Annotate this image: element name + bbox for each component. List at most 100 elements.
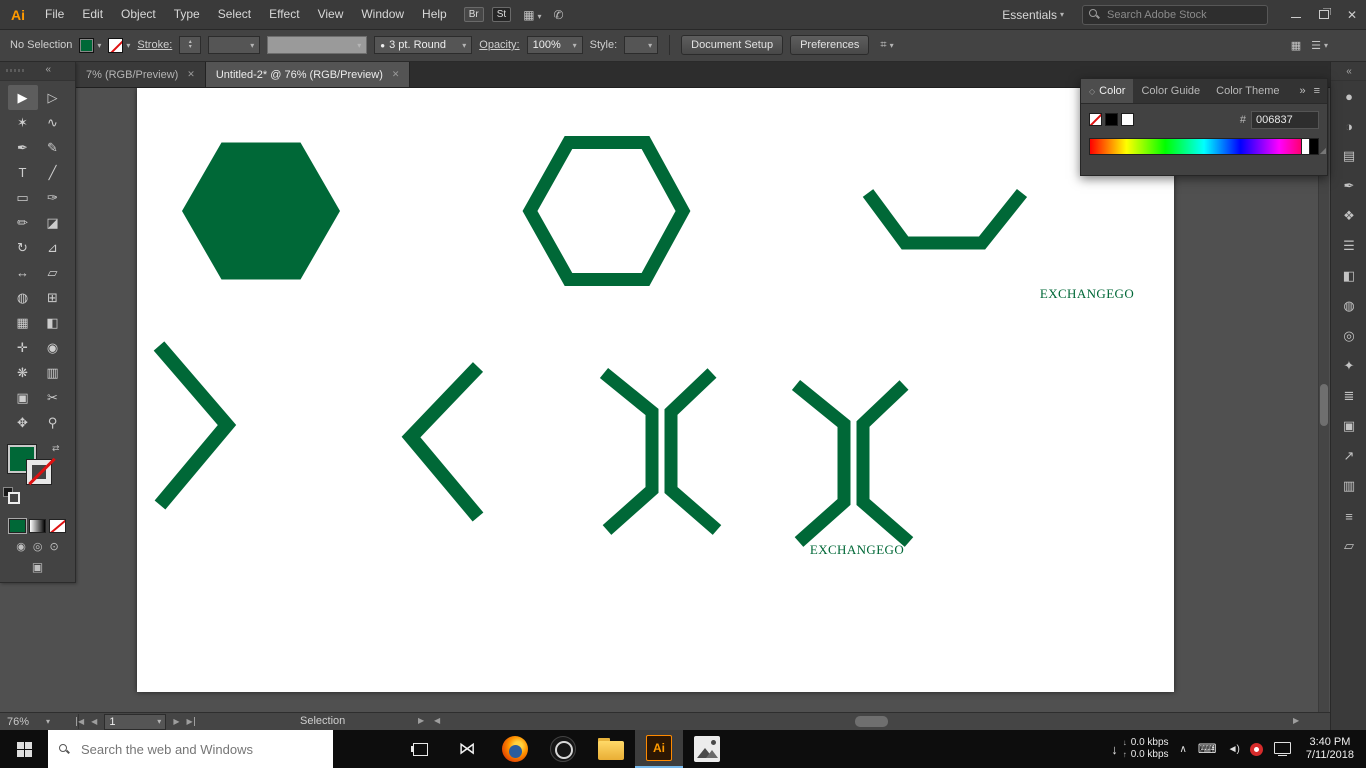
tab-close-icon[interactable]: ✕ xyxy=(392,69,400,80)
selection-tool-icon[interactable]: ▶ xyxy=(7,85,38,110)
column-graph-tool-icon[interactable]: ▥ xyxy=(38,360,68,385)
taskbar-app-illustrator[interactable]: Ai xyxy=(635,730,683,768)
chevron-left-shape[interactable] xyxy=(401,362,484,522)
artboard-number-dropdown[interactable]: 1 ▾ xyxy=(104,713,167,730)
color-button[interactable] xyxy=(9,519,26,533)
stroke-weight-dropdown[interactable]: ▾ xyxy=(208,36,261,54)
vertical-scrollbar[interactable] xyxy=(1318,88,1329,712)
style-dropdown[interactable]: ▾ xyxy=(624,36,659,54)
line-segment-tool-icon[interactable]: ╱ xyxy=(38,160,68,185)
zoom-level-dropdown[interactable]: 76% ▾ xyxy=(2,714,79,729)
vertical-scrollbar-thumb[interactable] xyxy=(1320,384,1328,426)
symbol-sprayer-tool-icon[interactable]: ❋ xyxy=(8,360,38,385)
stroke-color-box[interactable] xyxy=(26,457,56,486)
menu-edit[interactable]: Edit xyxy=(73,7,112,21)
stroke-label[interactable]: Stroke: xyxy=(137,39,172,51)
variable-width-profile-dropdown[interactable]: ▾ xyxy=(267,36,368,54)
minimize-button[interactable] xyxy=(1282,0,1310,29)
direct-selection-tool-icon[interactable]: ▷ xyxy=(38,85,68,110)
horizontal-scrollbar-thumb[interactable] xyxy=(855,716,888,727)
stroke-color-control[interactable]: ▾ xyxy=(108,37,130,53)
opacity-label[interactable]: Opacity: xyxy=(479,39,519,51)
stroke-weight-stepper[interactable]: ▴ ▾ xyxy=(179,36,202,54)
menu-effect[interactable]: Effect xyxy=(260,7,308,21)
hexagon-filled-shape[interactable] xyxy=(182,142,340,280)
status-popup-icon[interactable]: ▶ xyxy=(418,716,424,725)
menu-help[interactable]: Help xyxy=(413,7,456,21)
x-shape-2-left[interactable] xyxy=(791,379,851,547)
restore-button[interactable] xyxy=(1310,0,1338,29)
dock-icon-asset-export[interactable]: ↗ xyxy=(1331,441,1366,471)
taskbar-search[interactable] xyxy=(48,730,333,768)
brush-definition-dropdown[interactable]: ● 3 pt. Round ▾ xyxy=(374,36,473,54)
opacity-dropdown[interactable]: 100% ▾ xyxy=(526,36,583,54)
black-end-swatch[interactable] xyxy=(1309,139,1318,154)
taskbar-app-file-explorer[interactable] xyxy=(587,730,635,768)
dock-icon-symbols[interactable]: ❖ xyxy=(1331,201,1366,231)
dock-icon-align[interactable]: ≡ xyxy=(1331,501,1366,531)
swap-fill-stroke-icon[interactable]: ⇄ xyxy=(52,443,60,454)
width-tool-icon[interactable]: ↔ xyxy=(8,260,38,285)
preferences-button[interactable]: Preferences xyxy=(790,35,870,55)
scroll-right-icon[interactable]: ▶ xyxy=(1293,716,1299,725)
taskbar-app-media[interactable]: ⋈ xyxy=(443,730,491,768)
dock-icon-gradient[interactable]: ◧ xyxy=(1331,261,1366,291)
curvature-tool-icon[interactable]: ✎ xyxy=(38,135,68,160)
first-artboard-icon[interactable]: ◀ xyxy=(76,717,84,726)
tab-close-icon[interactable]: ✕ xyxy=(187,69,195,80)
none-button[interactable] xyxy=(49,519,66,533)
reference-point-control[interactable]: ⌗ ▾ xyxy=(880,39,893,52)
document-tab-inactive[interactable]: 7% (RGB/Preview) ✕ xyxy=(76,62,206,87)
artboard-tool-icon[interactable]: ▣ xyxy=(8,385,38,410)
bridge-button[interactable]: Br xyxy=(463,7,484,22)
document-setup-button[interactable]: Document Setup xyxy=(681,35,784,55)
black-swatch[interactable] xyxy=(1105,113,1118,126)
dock-icon-swatches[interactable]: ▤ xyxy=(1331,141,1366,171)
white-swatch[interactable] xyxy=(1121,113,1134,126)
workspace-switcher[interactable]: Essentials ▾ xyxy=(1002,8,1064,22)
menu-file[interactable]: File xyxy=(36,7,73,21)
adobe-stock-search[interactable] xyxy=(1082,4,1268,25)
mesh-tool-icon[interactable]: ▦ xyxy=(8,310,38,335)
rotate-tool-icon[interactable]: ↻ xyxy=(8,235,38,260)
share-icon[interactable]: ✆ xyxy=(554,8,564,22)
color-spectrum-bar[interactable] xyxy=(1089,138,1319,155)
screen-mode-control[interactable]: ▣ xyxy=(0,560,75,574)
draw-inside-icon[interactable]: ⊙ xyxy=(50,540,59,553)
eraser-tool-icon[interactable]: ◪ xyxy=(38,210,68,235)
open-hexagon-bottom-shape[interactable] xyxy=(862,188,1028,250)
network-display-icon[interactable] xyxy=(1273,742,1291,756)
dock-icon-artboards[interactable]: ▣ xyxy=(1331,411,1366,441)
resize-grip-icon[interactable]: ◢ xyxy=(1320,146,1326,155)
start-button[interactable] xyxy=(0,730,48,768)
collapse-panel-icon[interactable]: « xyxy=(45,64,51,75)
stepper-arrows-icon[interactable]: ▴ ▾ xyxy=(185,39,195,50)
dock-icon-color-guide[interactable]: ◑ xyxy=(1331,111,1366,141)
dock-icon-layers[interactable]: ≣ xyxy=(1331,381,1366,411)
panel-layout-control[interactable]: ☰ ▾ xyxy=(1311,39,1328,52)
gradient-button[interactable] xyxy=(29,519,46,533)
artboard[interactable]: EXCHANGEGO EXCHANGEGO xyxy=(137,88,1174,692)
perspective-grid-tool-icon[interactable]: ⊞ xyxy=(38,285,68,310)
stroke-swatch[interactable] xyxy=(108,37,124,53)
hidden-icons-chevron[interactable]: ∧ xyxy=(1180,744,1187,755)
type-tool-icon[interactable]: T xyxy=(8,160,38,185)
paintbrush-tool-icon[interactable]: ✑ xyxy=(38,185,68,210)
tab-color[interactable]: ◇ Color xyxy=(1081,79,1134,103)
dock-icon-transform[interactable]: ▱ xyxy=(1331,531,1366,561)
dock-icon-transparency[interactable]: ◍ xyxy=(1331,291,1366,321)
chevron-right-shape[interactable] xyxy=(153,341,237,510)
taskbar-app-round[interactable] xyxy=(539,730,587,768)
volume-icon[interactable]: ◄) xyxy=(1228,744,1240,755)
dock-icon-graphic-styles[interactable]: ✦ xyxy=(1331,351,1366,381)
fill-swatch[interactable] xyxy=(79,37,95,53)
hex-input[interactable] xyxy=(1251,111,1319,129)
exchangego-text-top[interactable]: EXCHANGEGO xyxy=(1026,286,1148,302)
keyboard-icon[interactable]: ⌨ xyxy=(1198,741,1217,757)
none-swatch[interactable] xyxy=(1089,113,1102,126)
task-view-button[interactable] xyxy=(397,730,443,768)
draw-behind-icon[interactable]: ◎ xyxy=(33,540,43,553)
x-shape-2-right[interactable] xyxy=(856,380,914,547)
hand-tool-icon[interactable]: ✥ xyxy=(8,410,38,435)
default-fill-stroke-icon[interactable] xyxy=(3,487,20,504)
